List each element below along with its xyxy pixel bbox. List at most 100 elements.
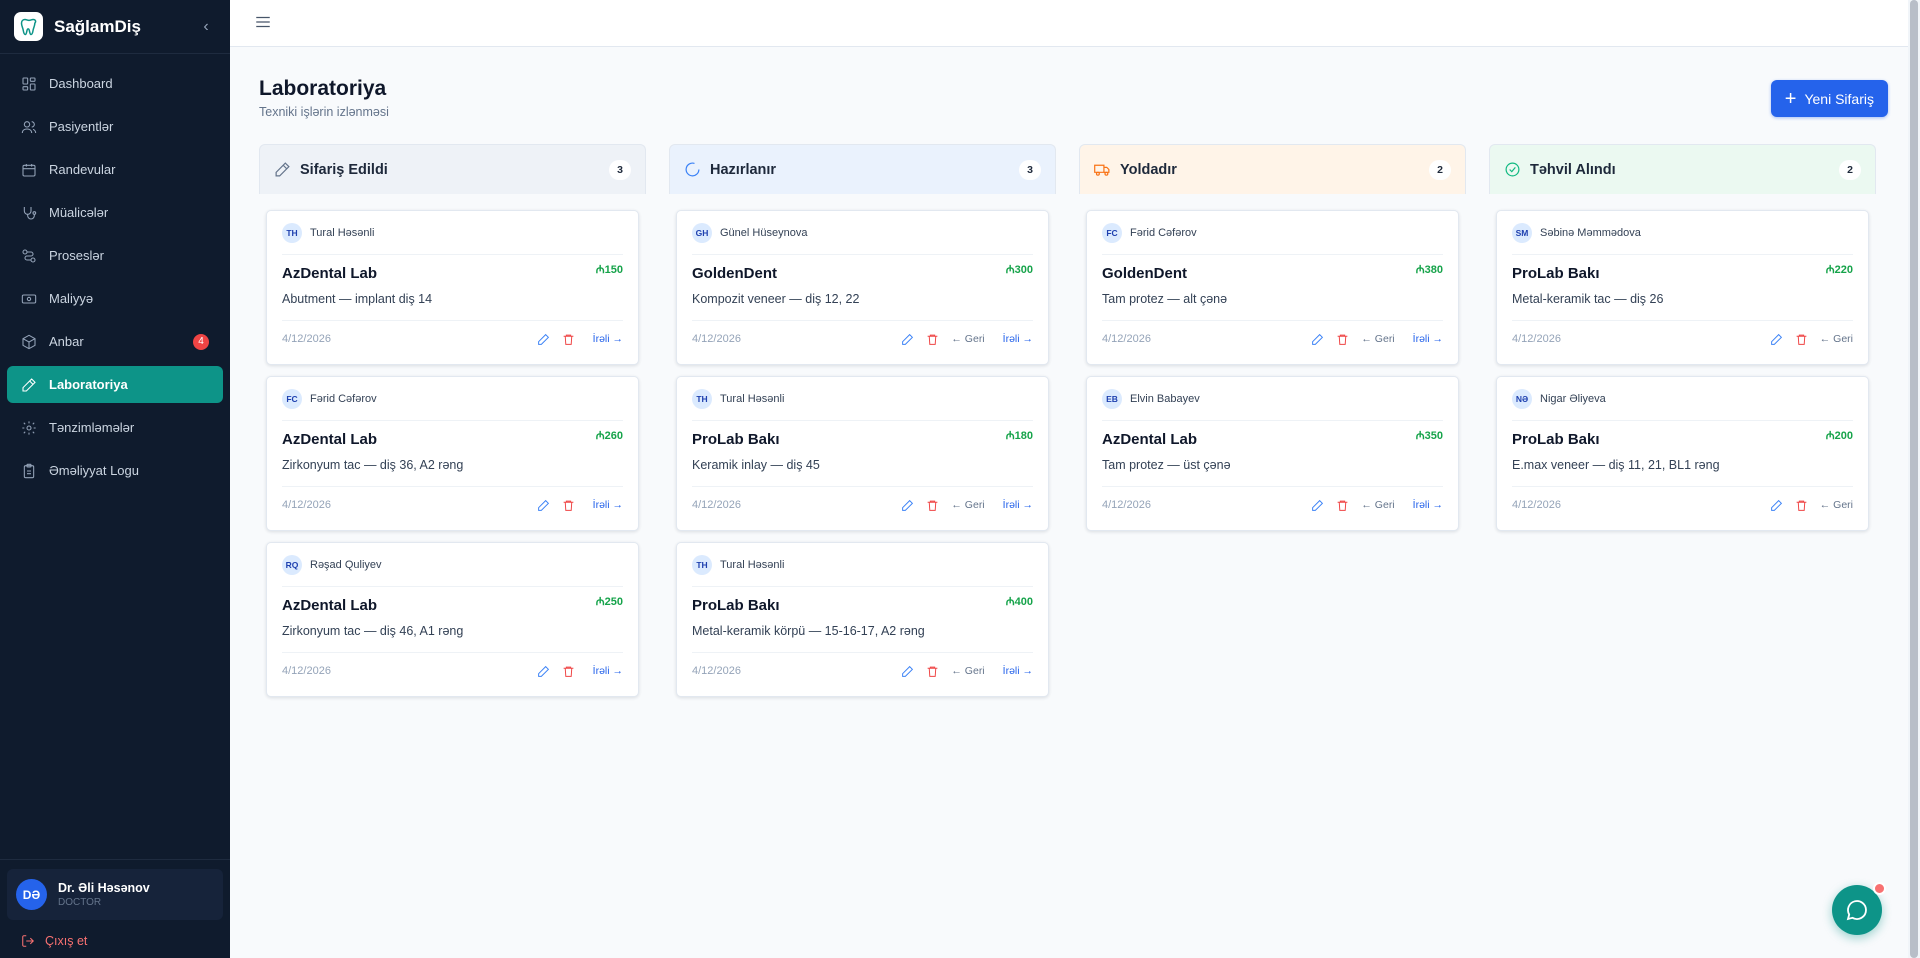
order-price: ₼150	[595, 264, 623, 276]
topbar	[230, 0, 1908, 47]
order-date: 4/12/2026	[692, 499, 741, 511]
move-back-button[interactable]: ← Geri	[951, 333, 984, 345]
patient-name: Tural Həsənli	[720, 392, 785, 405]
user-info: Dr. Əli Həsənov DOCTOR	[58, 881, 150, 908]
scrollbar-thumb[interactable]	[1910, 0, 1918, 958]
edit-button[interactable]	[901, 665, 914, 678]
lab-order-card[interactable]: FC Fərid Cəfərov GoldenDent ₼380 Tam protez …	[1086, 210, 1459, 365]
move-back-button[interactable]: ← Geri	[951, 499, 984, 511]
move-back-button[interactable]: ← Geri	[1361, 333, 1394, 345]
menu-toggle-button[interactable]	[254, 13, 272, 31]
sidebar-item-warehouse[interactable]: Anbar 4	[7, 323, 223, 360]
lab-order-card[interactable]: RQ Rəşad Quliyev AzDental Lab ₼250 Zirkonyum…	[266, 542, 639, 697]
lab-name: ProLab Bakı	[692, 597, 780, 614]
delete-button[interactable]	[562, 333, 575, 346]
logout-label: Çıxış et	[45, 934, 88, 948]
move-forward-button[interactable]: İrəli →	[1003, 499, 1033, 511]
trash-icon	[1338, 500, 1348, 511]
card-footer: 4/12/2026 ← Geri İrəli →	[1102, 320, 1443, 357]
move-forward-button[interactable]: İrəli →	[593, 499, 623, 511]
edit-button[interactable]	[1770, 333, 1783, 346]
logout-button[interactable]: Çıxış et	[7, 934, 223, 948]
lab-order-card[interactable]: FC Fərid Cəfərov AzDental Lab ₼260 Zirkonyum…	[266, 376, 639, 531]
lab-name: GoldenDent	[692, 265, 777, 282]
delete-button[interactable]	[926, 333, 939, 346]
delete-button[interactable]	[1795, 333, 1808, 346]
lab-order-card[interactable]: SM Səbinə Məmmədova ProLab Bakı ₼220 Metal-k…	[1496, 210, 1869, 365]
move-forward-button[interactable]: İrəli →	[1413, 499, 1443, 511]
column-count-badge: 3	[1019, 159, 1041, 180]
patient-initials-avatar: EB	[1102, 388, 1122, 409]
patient-initials-avatar: GH	[692, 222, 712, 243]
card-header: EB Elvin Babayev	[1102, 377, 1443, 421]
collapse-sidebar-chevron-icon[interactable]: ‹	[196, 18, 216, 36]
edit-button[interactable]	[1770, 499, 1783, 512]
patient-initials-avatar: RQ	[282, 554, 302, 575]
move-forward-button[interactable]: İrəli →	[593, 665, 623, 677]
sidebar-item-laboratory[interactable]: Laboratoriya	[7, 366, 223, 403]
edit-button[interactable]	[537, 665, 550, 678]
patient-name: Fərid Cəfərov	[310, 392, 377, 405]
delete-button[interactable]	[1336, 333, 1349, 346]
user-card[interactable]: DƏ Dr. Əli Həsənov DOCTOR	[7, 869, 223, 920]
delete-button[interactable]	[1336, 499, 1349, 512]
order-description: Metal-keramik körpü — 15-16-17, A2 rəng	[692, 624, 925, 638]
order-price: ₼260	[595, 430, 623, 442]
column-title: Sifariş Edildi	[300, 161, 388, 178]
move-back-button[interactable]: ← Geri	[1820, 499, 1853, 511]
check-circle-icon	[1505, 162, 1520, 177]
page-scrollbar[interactable]	[1908, 0, 1920, 958]
move-back-button[interactable]: ← Geri	[1820, 333, 1853, 345]
card-actions: ← Geri İrəli →	[889, 499, 1033, 512]
edit-button[interactable]	[1311, 499, 1324, 512]
sidebar-item-dashboard[interactable]: Dashboard	[7, 65, 223, 102]
move-forward-button[interactable]: İrəli →	[1003, 333, 1033, 345]
lab-name: AzDental Lab	[282, 597, 378, 614]
column-cards: TH Tural Həsənli AzDental Lab ₼150 Abutment …	[259, 194, 646, 697]
delete-button[interactable]	[926, 665, 939, 678]
edit-button[interactable]	[537, 499, 550, 512]
column-cards: FC Fərid Cəfərov GoldenDent ₼380 Tam protez …	[1079, 194, 1466, 531]
move-forward-button[interactable]: İrəli →	[1003, 665, 1033, 677]
edit-button[interactable]	[901, 499, 914, 512]
page-subtitle: Texniki işlərin izlənməsi	[259, 105, 389, 119]
lab-order-card[interactable]: NƏ Nigar Əliyeva ProLab Bakı ₼200 E.max vene…	[1496, 376, 1869, 531]
sidebar-item-settings[interactable]: Tənzimləmələr	[7, 409, 223, 446]
move-forward-button[interactable]: İrəli →	[593, 333, 623, 345]
column-header: Təhvil Alındı 2	[1489, 144, 1876, 194]
sidebar-item-finance[interactable]: Maliyyə	[7, 280, 223, 317]
new-order-button[interactable]: + Yeni Sifariş	[1770, 80, 1888, 117]
move-back-button[interactable]: ← Geri	[951, 665, 984, 677]
sidebar-item-label: Randevular	[49, 162, 116, 177]
edit-button[interactable]	[537, 333, 550, 346]
delete-button[interactable]	[1795, 499, 1808, 512]
pencil-icon	[902, 333, 914, 345]
edit-button[interactable]	[901, 333, 914, 346]
delete-button[interactable]	[562, 499, 575, 512]
sidebar-item-appointments[interactable]: Randevular	[7, 151, 223, 188]
delete-button[interactable]	[926, 499, 939, 512]
edit-button[interactable]	[1311, 333, 1324, 346]
lab-order-card[interactable]: EB Elvin Babayev AzDental Lab ₼350 Tam prote…	[1086, 376, 1459, 531]
patient-initials-avatar: TH	[282, 222, 302, 243]
patient-name: Fərid Cəfərov	[1130, 226, 1197, 239]
delete-button[interactable]	[562, 665, 575, 678]
move-back-button[interactable]: ← Geri	[1361, 499, 1394, 511]
order-price: ₼350	[1415, 430, 1443, 442]
sidebar-footer: DƏ Dr. Əli Həsənov DOCTOR Çıxış et	[0, 859, 230, 958]
sidebar-item-treatments[interactable]: Müalicələr	[7, 194, 223, 231]
lab-order-card[interactable]: TH Tural Həsənli ProLab Bakı ₼180 Keramik in…	[676, 376, 1049, 531]
move-forward-button[interactable]: İrəli →	[1413, 333, 1443, 345]
sidebar-item-processes[interactable]: Proseslər	[7, 237, 223, 274]
lab-name: ProLab Bakı	[1512, 265, 1600, 282]
order-date: 4/12/2026	[1512, 499, 1561, 511]
sidebar-item-patients[interactable]: Pasiyentlər	[7, 108, 223, 145]
lab-order-card[interactable]: TH Tural Həsənli AzDental Lab ₼150 Abutment …	[266, 210, 639, 365]
calendar-icon	[22, 163, 36, 177]
lab-order-card[interactable]: GH Günel Hüseynova GoldenDent ₼300 Kompozit …	[676, 210, 1049, 365]
patient-name: Tural Həsənli	[310, 226, 375, 239]
lab-order-card[interactable]: TH Tural Həsənli ProLab Bakı ₼400 Metal-kera…	[676, 542, 1049, 697]
sidebar-item-operation-log[interactable]: Əməliyyat Logu	[7, 452, 223, 489]
logout-icon	[22, 935, 34, 947]
card-footer: 4/12/2026 ← Geri	[1512, 320, 1853, 357]
